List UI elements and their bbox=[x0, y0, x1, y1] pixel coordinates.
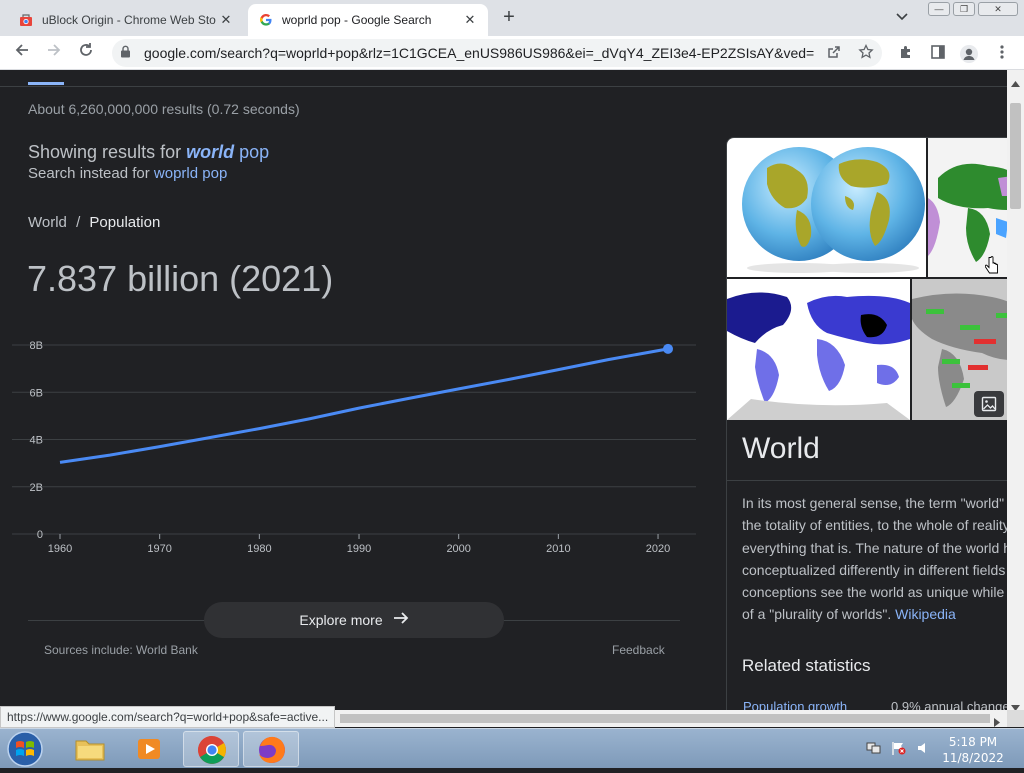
breadcrumb-parent[interactable]: World bbox=[28, 214, 67, 231]
tab-google-search[interactable]: woprld pop - Google Search ✕ bbox=[248, 4, 488, 36]
search-results-page: About 6,260,000,000 results (0.72 second… bbox=[0, 70, 1007, 710]
url-text[interactable]: google.com/search?q=woprld+pop&rlz=1C1GC… bbox=[144, 45, 814, 61]
search-tabs-border bbox=[0, 86, 1007, 87]
firefox-taskbar-button[interactable] bbox=[243, 731, 299, 767]
sources-text: Sources include: World Bank bbox=[44, 643, 198, 657]
extensions-puzzle-icon[interactable] bbox=[896, 44, 916, 64]
vertical-scrollbar[interactable] bbox=[1007, 70, 1024, 711]
wikipedia-link[interactable]: Wikipedia bbox=[895, 606, 956, 622]
scrollbar-corner bbox=[1007, 710, 1024, 727]
side-panel-icon[interactable] bbox=[928, 44, 948, 64]
lock-icon[interactable] bbox=[120, 45, 134, 61]
x-tick-label: 2000 bbox=[446, 543, 470, 555]
x-tick-label: 1970 bbox=[147, 543, 171, 555]
description-line: In its most general sense, the term "wor… bbox=[742, 495, 1007, 511]
population-growth-link[interactable]: Population growth bbox=[743, 699, 847, 710]
close-window-button[interactable]: ✕ bbox=[978, 2, 1018, 16]
tab-search-chevron-icon[interactable] bbox=[896, 8, 908, 24]
tab-close-icon[interactable]: ✕ bbox=[462, 12, 478, 28]
description-line: the totality of entities, to the whole o… bbox=[742, 517, 1007, 534]
action-center-flag-icon[interactable] bbox=[891, 741, 907, 758]
population-series-line bbox=[59, 347, 669, 464]
y-tick-label: 6B bbox=[30, 387, 43, 399]
status-bar-url: https://www.google.com/search?q=world+po… bbox=[0, 706, 336, 728]
start-button[interactable] bbox=[4, 730, 46, 773]
chrome-web-store-icon bbox=[18, 12, 34, 28]
vertical-scroll-thumb[interactable] bbox=[1010, 103, 1021, 209]
tab-strip: uBlock Origin - Chrome Web Sto ✕ woprld … bbox=[0, 0, 1024, 36]
population-chart[interactable]: 0 2B 4B 6B 8B 1960 1970 1980 1990 2000 2010 2020 bbox=[0, 328, 700, 568]
x-tick-label: 1990 bbox=[347, 543, 371, 555]
x-tick-label: 2020 bbox=[646, 543, 670, 555]
forward-arrow-icon[interactable] bbox=[42, 42, 66, 64]
spelling-correction: Showing results for world pop bbox=[28, 142, 269, 163]
explore-more-button[interactable]: Explore more bbox=[204, 602, 504, 638]
tab-title: woprld pop - Google Search bbox=[282, 13, 432, 27]
file-explorer-taskbar-button[interactable] bbox=[62, 731, 118, 767]
x-tick-label: 1960 bbox=[48, 543, 72, 555]
search-instead: Search instead for woprld pop bbox=[28, 165, 227, 182]
result-stats: About 6,260,000,000 results (0.72 second… bbox=[28, 101, 300, 117]
chrome-taskbar-button[interactable] bbox=[183, 731, 239, 767]
media-player-taskbar-button[interactable] bbox=[122, 731, 178, 767]
corrected-word[interactable]: world bbox=[186, 142, 234, 162]
browser-toolbar: google.com/search?q=woprld+pop&rlz=1C1GC… bbox=[0, 36, 1024, 70]
minimize-button[interactable]: — bbox=[928, 2, 950, 16]
clock-date[interactable]: 11/8/2022 bbox=[938, 751, 1008, 765]
windows-taskbar: 5:18 PM 11/8/2022 bbox=[0, 728, 1024, 768]
corrected-word-rest[interactable]: pop bbox=[234, 142, 269, 162]
arrow-right-icon bbox=[393, 611, 409, 630]
y-tick-label: 4B bbox=[30, 435, 43, 447]
knowledge-panel-title: World bbox=[742, 432, 820, 465]
breadcrumb-separator: / bbox=[76, 214, 81, 231]
clock-time[interactable]: 5:18 PM bbox=[938, 735, 1008, 749]
reload-icon[interactable] bbox=[74, 42, 98, 64]
instead-prefix: Search instead for bbox=[28, 165, 154, 182]
related-statistics-heading: Related statistics bbox=[742, 656, 871, 675]
active-search-tab-indicator bbox=[28, 82, 64, 85]
tab-ublock[interactable]: uBlock Origin - Chrome Web Sto ✕ bbox=[8, 4, 244, 36]
showing-prefix: Showing results for bbox=[28, 142, 187, 162]
explore-more-label: Explore more bbox=[299, 612, 383, 628]
image-gallery-icon[interactable] bbox=[974, 391, 1004, 417]
original-query-link[interactable]: woprld pop bbox=[154, 165, 227, 182]
divider bbox=[727, 480, 1007, 481]
menu-kebab-icon[interactable] bbox=[992, 44, 1012, 64]
bookmark-star-icon[interactable] bbox=[856, 43, 876, 64]
restore-button[interactable]: ❐ bbox=[953, 2, 975, 16]
globe-image[interactable] bbox=[727, 138, 926, 277]
y-tick-label: 0 bbox=[37, 529, 43, 541]
description-line: conceptualized differently in different … bbox=[742, 561, 1006, 578]
latest-data-point[interactable] bbox=[663, 343, 673, 354]
x-tick-label: 2010 bbox=[546, 543, 570, 555]
population-value: 7.837 billion (2021) bbox=[27, 258, 334, 299]
x-tick-label: 1980 bbox=[247, 543, 271, 555]
description-line: of a "plurality of worlds". bbox=[742, 606, 896, 623]
google-icon bbox=[258, 12, 274, 28]
breadcrumb-current: Population bbox=[89, 214, 161, 231]
population-growth-value: 0.9% annual change bbox=[891, 699, 1007, 710]
feedback-link[interactable]: Feedback bbox=[612, 643, 665, 657]
description-line: conceptions see the world as unique whil… bbox=[742, 584, 1005, 601]
horizontal-scroll-thumb[interactable] bbox=[340, 714, 990, 723]
y-tick-label: 2B bbox=[30, 482, 43, 494]
back-arrow-icon[interactable] bbox=[10, 42, 34, 64]
description-line: everything that is. The nature of the wo… bbox=[742, 539, 1007, 556]
breadcrumb: World / Population bbox=[28, 214, 160, 231]
network-tray-icon[interactable] bbox=[866, 741, 882, 758]
knowledge-panel-description: In its most general sense, the term "wor… bbox=[742, 492, 1007, 626]
hand-cursor-icon bbox=[984, 256, 999, 281]
tab-title: uBlock Origin - Chrome Web Sto bbox=[42, 13, 216, 27]
profile-avatar-icon[interactable] bbox=[959, 44, 979, 68]
address-bar[interactable]: google.com/search?q=woprld+pop&rlz=1C1GC… bbox=[112, 39, 882, 67]
scroll-up-arrow-icon[interactable] bbox=[1011, 74, 1020, 92]
y-tick-label: 8B bbox=[30, 340, 43, 352]
new-tab-button[interactable]: + bbox=[498, 6, 520, 29]
knowledge-panel: World In its most general sense, the ter… bbox=[726, 137, 1007, 710]
share-icon[interactable] bbox=[824, 44, 844, 64]
volume-tray-icon[interactable] bbox=[916, 741, 932, 758]
world-map-blue-image[interactable] bbox=[727, 279, 910, 420]
tab-close-icon[interactable]: ✕ bbox=[218, 12, 234, 28]
